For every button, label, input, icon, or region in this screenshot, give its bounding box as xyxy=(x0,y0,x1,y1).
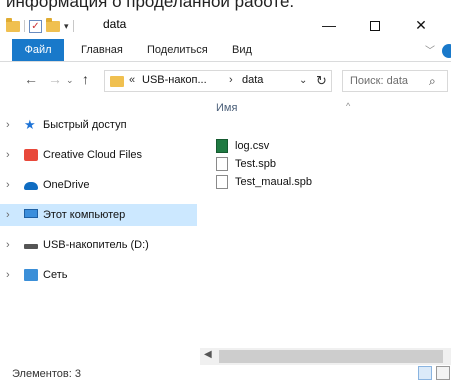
sidebar-item-network[interactable]: › Сеть xyxy=(0,264,197,286)
breadcrumb-usb[interactable]: USB-накоп... xyxy=(142,74,207,86)
sidebar-item-label: Creative Cloud Files xyxy=(43,149,143,161)
help-icon[interactable] xyxy=(442,44,451,58)
folder-icon xyxy=(110,76,124,87)
expand-chevron-icon[interactable]: › xyxy=(6,174,10,196)
close-button[interactable]: ✕ xyxy=(398,12,444,38)
back-button[interactable]: ← xyxy=(24,71,38,87)
minimize-button[interactable]: — xyxy=(306,12,352,38)
tab-share[interactable]: Поделиться xyxy=(147,39,208,61)
scrollbar-thumb[interactable] xyxy=(219,350,443,363)
file-list: Имя ^ log.csv Test.spb Test_maual.spb xyxy=(199,95,451,365)
maximize-icon xyxy=(370,21,380,32)
file-name: log.csv xyxy=(235,140,270,152)
recent-locations-dropdown-icon[interactable]: ⌄ xyxy=(66,75,74,86)
network-icon xyxy=(24,269,38,281)
quick-access-toolbar: ✓ ▾ xyxy=(6,17,74,34)
sidebar-item-creative-cloud[interactable]: › Creative Cloud Files xyxy=(0,144,197,166)
toolbar-divider xyxy=(72,20,74,32)
expand-ribbon-icon[interactable]: ﹀ xyxy=(425,42,435,57)
refresh-icon[interactable]: ↻ xyxy=(316,73,327,89)
column-header-name[interactable]: Имя ^ xyxy=(216,101,350,114)
sidebar-item-label: USB-накопитель (D:) xyxy=(43,239,149,251)
ribbon-tabs: Файл Главная Поделиться Вид ﹀ xyxy=(0,39,451,62)
sidebar-item-label: Быстрый доступ xyxy=(43,119,127,131)
tab-home[interactable]: Главная xyxy=(81,39,123,61)
large-icons-view-button[interactable] xyxy=(436,366,450,380)
expand-chevron-icon[interactable]: › xyxy=(6,234,10,256)
sidebar-item-label: Этот компьютер xyxy=(43,209,126,221)
expand-chevron-icon[interactable]: › xyxy=(6,144,10,166)
new-folder-icon[interactable] xyxy=(46,17,60,32)
details-view-button[interactable] xyxy=(418,366,432,380)
breadcrumb-data[interactable]: data xyxy=(242,74,263,86)
maximize-button[interactable] xyxy=(352,12,398,38)
file-name: Test_maual.spb xyxy=(235,176,313,188)
title-bar: ✓ ▾ data — ✕ xyxy=(0,12,451,38)
horizontal-scrollbar[interactable]: ◀ xyxy=(200,348,451,365)
navigation-row: ← → ⌄ ↑ « USB-накоп... › data ⌄ ↻ Поиск:… xyxy=(0,67,451,95)
folder-icon xyxy=(6,17,20,32)
status-bar: Элементов: 3 xyxy=(0,366,451,383)
customize-toolbar-dropdown-icon[interactable]: ▾ xyxy=(64,21,69,32)
computer-icon xyxy=(24,209,38,218)
properties-icon[interactable]: ✓ xyxy=(29,19,42,33)
blank-file-icon xyxy=(216,175,228,189)
star-icon: ★ xyxy=(24,117,36,132)
blank-file-icon xyxy=(216,157,228,171)
toolbar-divider xyxy=(24,20,25,32)
sidebar-item-onedrive[interactable]: › OneDrive xyxy=(0,174,197,196)
expand-chevron-icon[interactable]: › xyxy=(6,204,10,226)
creative-cloud-icon xyxy=(24,149,38,161)
page-caption: информация о проделанной работе. xyxy=(6,0,295,11)
search-input[interactable]: Поиск: data ⌕ xyxy=(342,70,448,92)
breadcrumb-separator[interactable]: › xyxy=(229,74,233,86)
search-placeholder: Поиск: data xyxy=(350,75,409,87)
sort-ascending-icon: ^ xyxy=(346,101,351,111)
address-bar[interactable]: « USB-накоп... › data ⌄ ↻ xyxy=(104,70,332,92)
search-icon[interactable]: ⌕ xyxy=(429,74,436,89)
address-history-dropdown-icon[interactable]: ⌄ xyxy=(299,75,307,86)
expand-chevron-icon[interactable]: › xyxy=(6,264,10,286)
explorer-window: ✓ ▾ data — ✕ Файл Главная Поделиться Вид… xyxy=(0,12,451,383)
excel-file-icon xyxy=(216,139,228,153)
window-title: data xyxy=(103,17,127,31)
expand-chevron-icon[interactable]: › xyxy=(6,114,10,136)
tab-file[interactable]: Файл xyxy=(12,39,64,61)
column-header-label: Имя xyxy=(216,102,238,114)
breadcrumb-overflow[interactable]: « xyxy=(129,74,135,86)
sidebar-item-label: Сеть xyxy=(43,269,68,281)
item-count: Элементов: 3 xyxy=(12,368,81,380)
cloud-icon xyxy=(24,182,38,190)
sidebar-item-this-pc[interactable]: › Этот компьютер xyxy=(0,204,197,226)
sidebar-item-quick-access[interactable]: › ★ Быстрый доступ xyxy=(0,114,197,136)
sidebar-item-label: OneDrive xyxy=(43,179,90,191)
up-button[interactable]: ↑ xyxy=(82,71,89,87)
forward-button[interactable]: → xyxy=(48,71,62,87)
navigation-pane: › ★ Быстрый доступ › Creative Cloud File… xyxy=(0,102,198,360)
tab-view[interactable]: Вид xyxy=(232,39,252,61)
sidebar-item-usb-drive[interactable]: › USB-накопитель (D:) xyxy=(0,234,197,256)
usb-drive-icon xyxy=(24,244,38,249)
scroll-left-icon[interactable]: ◀ xyxy=(204,349,212,360)
file-name: Test.spb xyxy=(235,158,276,170)
